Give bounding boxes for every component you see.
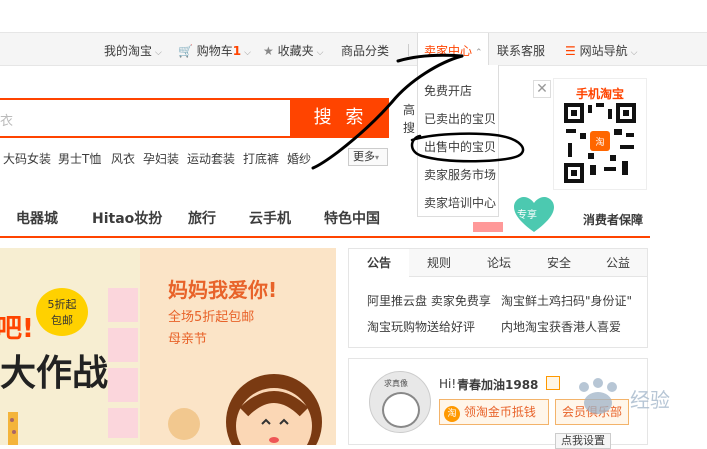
dropdown-item-on-sale-items[interactable]: 出售中的宝贝 [424,138,496,155]
categories-label: 商品分类 [341,44,390,58]
seller-center-dropdown: 免费开店 已卖出的宝贝 出售中的宝贝 卖家服务市场 卖家培训中心 [417,65,499,217]
notice-link[interactable]: 内地淘宝获香港人喜爱 [501,318,621,335]
nav-item-china-specialty[interactable]: 特色中国 [324,208,380,228]
my-taobao-label: 我的淘宝 [104,44,153,58]
discount-badge: 5折起 包邮 [36,288,88,336]
avatar[interactable]: 求真像 [369,371,431,433]
nav-item-travel[interactable]: 旅行 [188,208,216,228]
avatar-face-icon [382,392,420,428]
mother-cartoon-image [168,374,322,445]
nav-underline [0,236,650,238]
tab-charity[interactable]: 公益 [589,249,647,277]
coin-button-label: 领淘金币抵钱 [463,405,536,419]
banner-left-char: 吧! [0,314,34,344]
more-button[interactable]: 更多▾ [348,148,388,166]
dropdown-item-training-center[interactable]: 卖家培训中心 [424,194,496,211]
mobile-taobao-qr: 手机淘宝 淘 [553,78,647,190]
svg-text:经验: 经验 [630,388,670,412]
side-text: 搜 [403,121,416,135]
menu-icon: ☰ [565,44,576,58]
coin-button[interactable]: 淘 领淘金币抵钱 [439,399,549,425]
banner-big-text: 大作战 [0,353,109,394]
favorites-label: 收藏夹 [277,44,314,58]
svg-text:淘: 淘 [595,136,604,148]
seller-center-menu[interactable]: 卖家中心 ⌃ [417,33,489,67]
cart-count-badge: 1 [232,44,242,58]
categories-link[interactable]: 商品分类 [341,42,389,59]
favorites-link[interactable]: ★ 收藏夹 ⌵ [263,42,323,59]
seller-center-link[interactable]: 卖家中心 ⌃ [424,42,483,59]
greeting: Hi! [439,377,457,391]
discount-badge-top: 5折起 [47,298,77,311]
qr-code-image: 淘 [564,103,636,183]
coin-icon: 淘 [444,406,460,422]
seller-center-label: 卖家中心 [424,44,473,58]
cart-link[interactable]: 🛒 购物车1 ⌵ [178,42,251,59]
star-icon: ★ [263,44,274,58]
top-nav-bar: 我的淘宝 ⌵ 🛒 购物车1 ⌵ ★ 收藏夹 ⌵ 商品分类 卖家中心 ⌃ 联系客服 ☰ 网… [0,32,707,67]
notice-link[interactable]: 淘宝鲜土鸡扫码"身份证" [501,292,632,309]
dropdown-item-open-shop[interactable]: 免费开店 [424,82,472,99]
notice-link[interactable]: 阿里推云盘 卖家免费享 [367,292,491,309]
consumer-protection-link[interactable]: 消费者保障 [583,211,643,228]
chevron-down-icon: ⌵ [155,48,162,58]
dropdown-item-service-market[interactable]: 卖家服务市场 [424,166,496,183]
dropdown-item-sold-items[interactable]: 已卖出的宝贝 [424,110,496,127]
hot-word-link[interactable]: 孕妇装 [143,150,179,167]
nav-item-cloud-phone[interactable]: 云手机 [249,208,291,228]
tab-security[interactable]: 安全 [529,249,589,277]
notice-link[interactable]: 淘宝玩购物送给好评 [367,318,475,335]
nav-item-appliances[interactable]: 电器城 [16,208,58,228]
chevron-down-icon: ⌵ [630,48,638,58]
search-box: 衣 [0,98,292,138]
tab-announcement[interactable]: 公告 [349,249,409,277]
banner-subtitle-2: 母亲节 [168,332,208,347]
qr-title: 手机淘宝 [576,87,625,101]
hot-word-link[interactable]: 打底裤 [243,150,279,167]
cart-label: 购物车 [196,44,233,58]
search-button[interactable]: 搜 索 [292,98,389,138]
tab-rules[interactable]: 规则 [409,249,469,277]
giraffe-icon [8,412,18,445]
baidu-watermark-logo: 经验 [579,378,670,414]
nav-item-hitao[interactable]: Hitao妆扮 [92,208,162,228]
hot-word-link[interactable]: 风衣 [111,150,135,167]
search-input[interactable]: 衣 [0,110,13,129]
avatar-label: 求真像 [384,379,408,388]
close-icon[interactable]: ✕ [533,80,551,98]
discount-badge-bottom: 包邮 [51,314,73,327]
tab-forum[interactable]: 论坛 [469,249,529,277]
side-text: 高 [403,103,416,117]
cart-icon: 🛒 [178,44,193,58]
customer-service-label: 联系客服 [497,44,546,58]
promo-tag [473,222,503,232]
character-strip [108,288,138,438]
exclusive-badge: 专享 [517,210,537,221]
hot-word-link[interactable]: 男士T恤 [58,150,101,167]
vip-level-icon [546,376,560,390]
chevron-down-icon: ▾ [375,153,380,162]
more-label: 更多 [353,150,375,163]
chevron-up-icon: ⌃ [475,48,483,58]
notice-panel: 公告 规则 论坛 安全 公益 阿里推云盘 卖家免费享 淘宝鲜土鸡扫码"身份证" … [348,248,648,348]
customer-service-link[interactable]: 联系客服 [497,42,545,59]
my-taobao-link[interactable]: 我的淘宝 ⌵ [104,42,162,59]
promo-banner-right[interactable]: 妈妈我爱你! 全场5折起包邮 母亲节 [140,248,336,445]
hot-word-link[interactable]: 运动套装 [187,150,235,167]
promo-banner-left[interactable]: 吧! 5折起 包邮 大作战 [0,248,140,445]
hot-word-link[interactable]: 婚纱 [287,150,311,167]
hot-word-link[interactable]: 大码女装 [3,150,51,167]
chevron-down-icon: ⌵ [316,48,324,58]
chevron-down-icon: ⌵ [244,48,251,58]
settings-button[interactable]: 点我设置 [555,433,611,449]
username[interactable]: 青春加油1988 [457,376,538,393]
banner-heading: 妈妈我爱你! [168,278,278,302]
site-nav-label: 网站导航 [579,44,628,58]
divider [408,44,409,56]
banner-subtitle: 全场5折起包邮 [168,310,255,325]
site-nav-link[interactable]: ☰ 网站导航 ⌵ [565,42,637,59]
